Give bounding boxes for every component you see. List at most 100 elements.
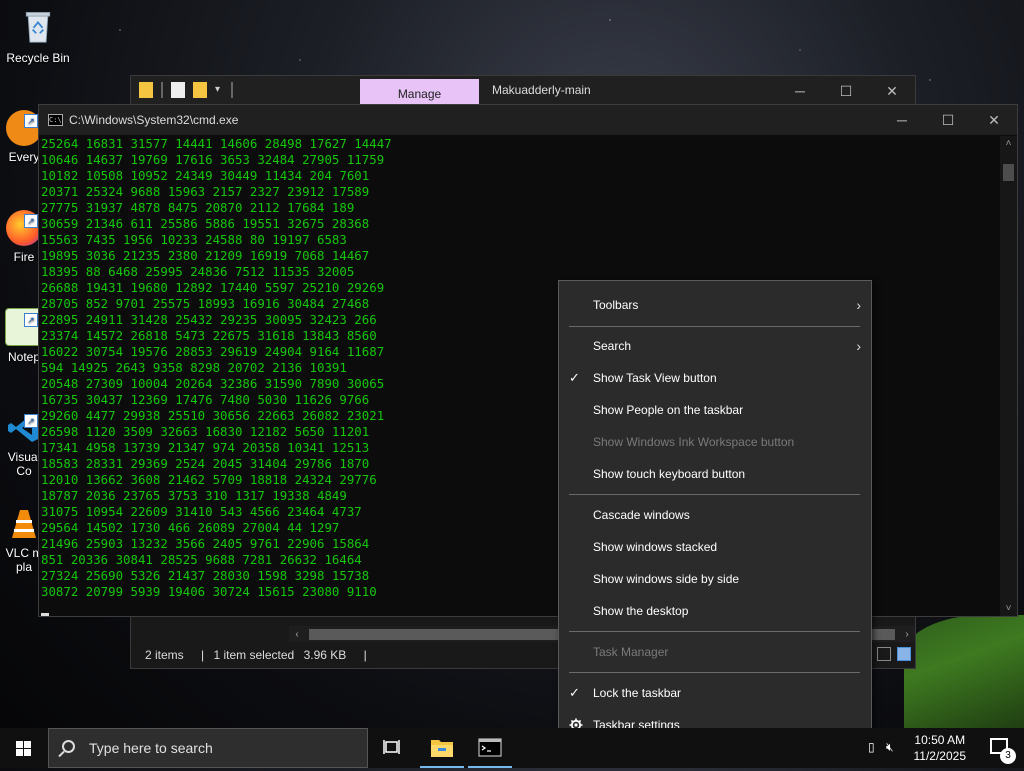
clock-time: 10:50 AM bbox=[914, 733, 966, 747]
vscode-icon: ↗ bbox=[6, 410, 42, 446]
wallpaper-tent-glow bbox=[904, 615, 1024, 730]
menu-separator bbox=[569, 672, 860, 673]
shortcut-arrow-icon: ↗ bbox=[24, 214, 38, 228]
menu-item-show-people[interactable]: Show People on the taskbar bbox=[559, 394, 871, 426]
menu-item-show-touch-keyboard[interactable]: Show touch keyboard button bbox=[559, 458, 871, 490]
status-divider: | bbox=[363, 648, 367, 662]
details-view-icon[interactable] bbox=[877, 647, 891, 661]
cmd-output-line: 18395 88 6468 25995 24836 7512 11535 320… bbox=[41, 264, 355, 279]
new-folder-icon[interactable] bbox=[193, 82, 207, 98]
explorer-maximize-button[interactable]: ☐ bbox=[823, 76, 869, 106]
status-selection: 1 item selected bbox=[213, 648, 295, 662]
menu-item-show-windows-stacked[interactable]: Show windows stacked bbox=[559, 531, 871, 563]
cmd-app-icon: C:\ bbox=[48, 114, 63, 126]
menu-item-show-task-view[interactable]: ✓ Show Task View button bbox=[559, 362, 871, 394]
volume-muted-icon[interactable]: 🔇︎ bbox=[886, 740, 902, 756]
cmd-output-line: 10646 14637 19769 17616 3653 32484 27905… bbox=[41, 152, 385, 167]
cmd-output-line: 30659 21346 611 25586 5886 19551 32675 2… bbox=[41, 216, 370, 231]
notification-badge: 3 bbox=[1000, 748, 1016, 764]
cmd-output-line: 20371 25324 9688 15963 2157 2327 23912 1… bbox=[41, 184, 370, 199]
cmd-window-title: C:\Windows\System32\cmd.exe bbox=[69, 113, 239, 127]
menu-item-label: Cascade windows bbox=[593, 508, 690, 522]
menu-item-label: Task Manager bbox=[593, 645, 669, 659]
explorer-close-button[interactable]: ✕ bbox=[869, 76, 915, 106]
explorer-minimize-button[interactable]: ─ bbox=[777, 76, 823, 106]
search-placeholder: Type here to search bbox=[89, 740, 213, 756]
taskbar-file-explorer[interactable] bbox=[418, 728, 466, 768]
explorer-title-bar[interactable]: ▾ Manage Makuadderly-main ─ ☐ ✕ bbox=[131, 76, 915, 106]
cmd-output-line: 27775 31937 4878 8475 20870 2112 17684 1… bbox=[41, 200, 355, 215]
menu-item-label: Toolbars bbox=[593, 298, 639, 312]
menu-item-label: Show windows stacked bbox=[593, 540, 718, 554]
clock-date: 11/2/2025 bbox=[913, 749, 967, 763]
everything-icon: ↗ bbox=[6, 110, 42, 146]
menu-item-label: Show People on the taskbar bbox=[593, 403, 744, 417]
cmd-vertical-scrollbar[interactable]: ˄ ˅ bbox=[1000, 136, 1017, 616]
menu-item-show-windows-side-by-side[interactable]: Show windows side by side bbox=[559, 563, 871, 595]
view-switcher bbox=[877, 647, 911, 661]
task-view-button[interactable] bbox=[368, 728, 416, 768]
cmd-output-line: 25264 16831 31577 14441 14606 28498 1762… bbox=[41, 136, 392, 151]
shortcut-arrow-icon: ↗ bbox=[24, 313, 38, 327]
menu-item-label: Show the desktop bbox=[593, 604, 689, 618]
scroll-right-arrow-icon[interactable]: › bbox=[899, 626, 915, 643]
menu-item-label: Show Windows Ink Workspace button bbox=[593, 435, 795, 449]
cmd-close-button[interactable]: ✕ bbox=[971, 105, 1017, 135]
properties-icon[interactable] bbox=[171, 82, 185, 98]
taskbar[interactable]: Type here to search ▯ 🔇︎ 10:50 AM 11/2/2… bbox=[0, 728, 1024, 768]
tab-manage[interactable]: Manage bbox=[360, 79, 479, 106]
cmd-title-bar[interactable]: C:\ C:\Windows\System32\cmd.exe ─ ☐ ✕ bbox=[39, 105, 1017, 135]
start-button[interactable] bbox=[0, 728, 48, 768]
scrollbar-thumb[interactable] bbox=[1003, 164, 1014, 181]
menu-item-label: Show Task View button bbox=[593, 371, 717, 385]
command-prompt-icon bbox=[478, 738, 502, 757]
explorer-window-title: Makuadderly-main bbox=[492, 83, 591, 97]
battery-icon[interactable]: ▯ bbox=[868, 740, 884, 756]
menu-item-task-manager: Task Manager bbox=[559, 636, 871, 668]
scroll-down-arrow-icon[interactable]: ˅ bbox=[1000, 603, 1017, 614]
scroll-up-arrow-icon[interactable]: ˄ bbox=[1000, 138, 1017, 149]
checkmark-icon: ✓ bbox=[569, 685, 580, 700]
search-icon bbox=[62, 740, 75, 753]
separator bbox=[161, 82, 163, 98]
menu-item-label: Lock the taskbar bbox=[593, 686, 682, 700]
menu-item-toolbars[interactable]: Toolbars › bbox=[559, 289, 871, 321]
cmd-minimize-button[interactable]: ─ bbox=[879, 105, 925, 135]
taskbar-search-box[interactable]: Type here to search bbox=[48, 728, 368, 768]
menu-item-cascade-windows[interactable]: Cascade windows bbox=[559, 499, 871, 531]
firefox-icon: ↗ bbox=[6, 210, 42, 246]
menu-separator bbox=[569, 326, 860, 327]
cmd-maximize-button[interactable]: ☐ bbox=[925, 105, 971, 135]
menu-item-label: Search bbox=[593, 339, 632, 353]
folder-icon[interactable] bbox=[139, 82, 153, 98]
scroll-left-arrow-icon[interactable]: ‹ bbox=[289, 626, 305, 643]
cmd-output-line: 19895 3036 21235 2380 21209 16919 7068 1… bbox=[41, 248, 370, 263]
vlc-icon bbox=[6, 506, 42, 542]
large-icons-view-icon[interactable] bbox=[897, 647, 911, 661]
status-divider: | bbox=[201, 648, 205, 662]
text-cursor bbox=[41, 613, 49, 616]
quick-access-toolbar: ▾ bbox=[139, 82, 233, 98]
desktop-icon-recycle-bin[interactable]: Recycle Bin bbox=[0, 8, 76, 65]
taskbar-clock[interactable]: 10:50 AM 11/2/2025 bbox=[914, 732, 967, 764]
taskbar-context-menu: Toolbars › Search › ✓ Show Task View but… bbox=[558, 280, 872, 750]
menu-item-label: Show touch keyboard button bbox=[593, 467, 746, 481]
taskbar-command-prompt[interactable] bbox=[466, 728, 514, 768]
chevron-right-icon: › bbox=[856, 297, 861, 313]
separator bbox=[231, 82, 233, 98]
recycle-bin-icon bbox=[25, 12, 51, 43]
menu-item-label: Show windows side by side bbox=[593, 572, 740, 586]
chevron-right-icon: › bbox=[856, 338, 861, 354]
cmd-output-line: 10182 10508 10952 24349 30449 11434 204 … bbox=[41, 168, 370, 183]
menu-separator bbox=[569, 631, 860, 632]
customize-toolbar-icon[interactable]: ▾ bbox=[215, 82, 223, 98]
cmd-output-line: 15563 7435 1956 10233 24588 80 19197 658… bbox=[41, 232, 347, 247]
menu-item-search[interactable]: Search › bbox=[559, 330, 871, 362]
shortcut-arrow-icon: ↗ bbox=[24, 414, 38, 428]
menu-separator bbox=[569, 494, 860, 495]
status-size: 3.96 KB bbox=[303, 648, 347, 662]
status-item-count: 2 items bbox=[145, 648, 184, 662]
menu-item-lock-taskbar[interactable]: ✓ Lock the taskbar bbox=[559, 677, 871, 709]
file-explorer-icon bbox=[431, 740, 453, 757]
menu-item-show-desktop[interactable]: Show the desktop bbox=[559, 595, 871, 627]
